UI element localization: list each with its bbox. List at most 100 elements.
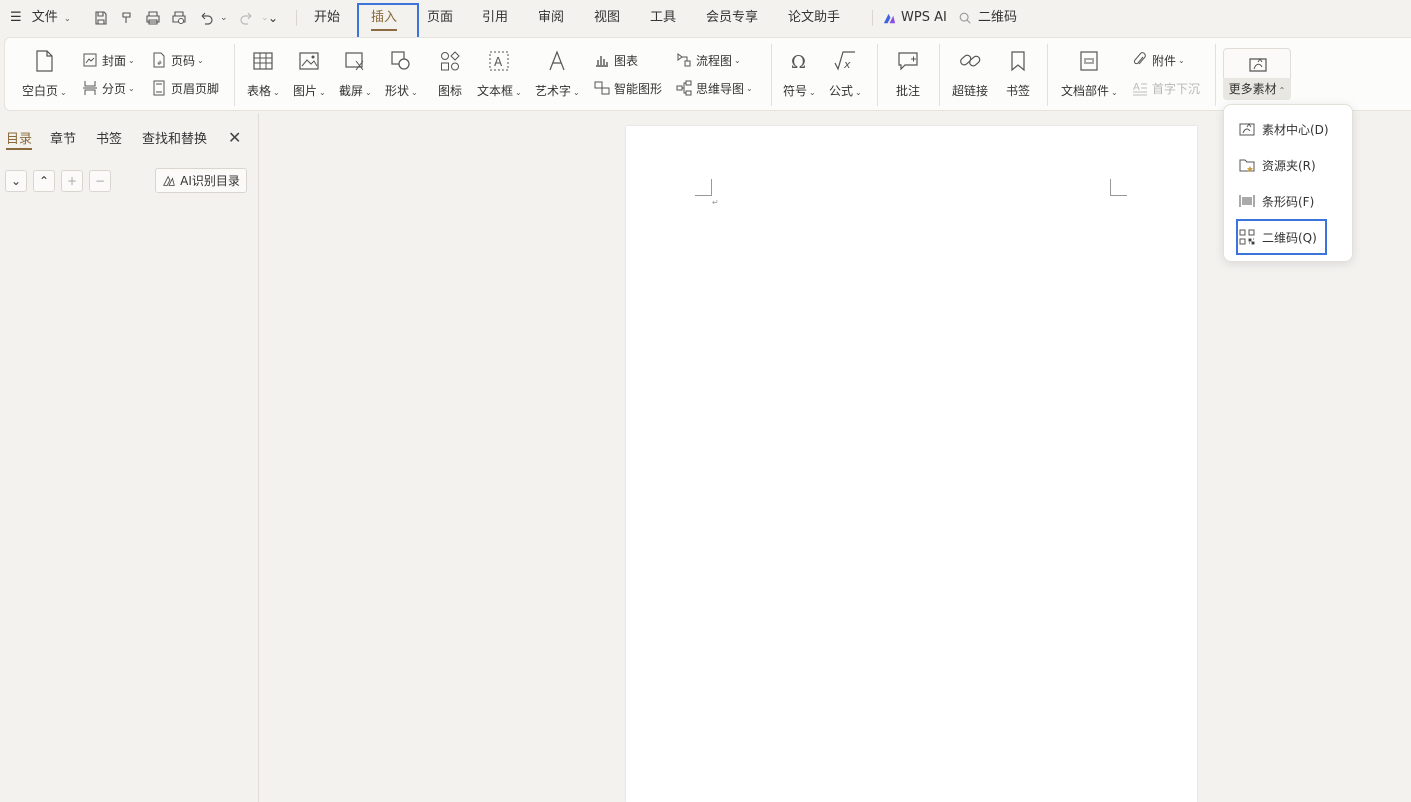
material-center-label: 素材中心(D) bbox=[1262, 122, 1329, 137]
chevron-up-icon: ⌃ bbox=[38, 174, 50, 188]
mindmap-button[interactable]: 思维导图 ⌄ bbox=[676, 78, 753, 98]
chevron-up-icon: ⌃ bbox=[1278, 86, 1286, 95]
screenshot-button[interactable]: 截屏 ⌄ bbox=[339, 48, 372, 99]
document-page[interactable]: ↵ bbox=[626, 126, 1197, 802]
minus-icon: − bbox=[94, 174, 106, 188]
symbol-label: 符号 bbox=[783, 84, 808, 98]
chart-icon bbox=[596, 56, 608, 67]
print-preview-icon[interactable] bbox=[170, 9, 188, 27]
svg-text:x: x bbox=[843, 58, 851, 71]
ai-toc-button[interactable]: AI识别目录 bbox=[155, 168, 247, 193]
tab-tools[interactable]: 工具 bbox=[650, 0, 676, 36]
smart-graphic-button[interactable]: 智能图形 bbox=[594, 78, 662, 98]
barcode-icon bbox=[1239, 195, 1255, 207]
tab-home[interactable]: 开始 bbox=[314, 0, 340, 36]
collapse-up-button[interactable]: ⌃ bbox=[33, 170, 55, 192]
attachment-button[interactable]: 附件 ⌄ bbox=[1132, 50, 1185, 70]
textbox-icon: A bbox=[486, 48, 512, 74]
remove-heading-button[interactable]: − bbox=[89, 170, 111, 192]
resource-folder-item[interactable]: 资源夹(R) bbox=[1238, 153, 1316, 177]
tab-references[interactable]: 引用 bbox=[482, 0, 508, 36]
header-footer-label: 页眉页脚 bbox=[171, 81, 220, 96]
divider bbox=[771, 44, 772, 106]
icon-library-label: 图标 bbox=[437, 84, 462, 98]
save-icon[interactable] bbox=[92, 9, 110, 27]
insert-tab-highlight bbox=[357, 3, 419, 39]
expand-down-button[interactable]: ⌄ bbox=[5, 170, 27, 192]
blank-page-button[interactable]: 空白页 ⌄ bbox=[22, 48, 67, 99]
menu-bar: ☰ 文件 ⌄ ⌄ ⌄ ⌄ 开始 插入 页面 引用 审阅 视图 工具 会员专享 论… bbox=[0, 0, 1411, 39]
hyperlink-button[interactable]: 超链接 bbox=[952, 48, 988, 99]
margin-corner-top-right bbox=[1110, 179, 1127, 196]
format-painter-icon[interactable] bbox=[118, 9, 136, 27]
cover-label: 封面 bbox=[102, 53, 127, 68]
textbox-label: 文本框 bbox=[477, 84, 514, 98]
header-footer-button[interactable]: 页眉页脚 bbox=[151, 78, 219, 98]
search-text: 二维码 bbox=[978, 10, 1018, 25]
comment-icon bbox=[895, 48, 921, 74]
shape-icon bbox=[388, 48, 414, 74]
tab-review[interactable]: 审阅 bbox=[538, 0, 564, 36]
doc-parts-button[interactable]: 文档部件 ⌄ bbox=[1061, 48, 1118, 99]
doc-parts-label: 文档部件 bbox=[1061, 84, 1110, 98]
shape-button[interactable]: 形状 ⌄ bbox=[385, 48, 418, 99]
wordart-icon bbox=[544, 48, 570, 74]
chevron-down-icon: ⌄ bbox=[365, 88, 372, 97]
symbol-button[interactable]: Ω 符号 ⌄ bbox=[783, 48, 816, 99]
svg-text:A: A bbox=[1133, 82, 1140, 93]
tab-page[interactable]: 页面 bbox=[427, 0, 453, 36]
tab-bookmarks[interactable]: 书签 bbox=[96, 128, 122, 147]
chevron-down-icon: ⌄ bbox=[734, 55, 741, 65]
tab-toc[interactable]: 目录 bbox=[6, 128, 32, 147]
flowchart-button[interactable]: 流程图 ⌄ bbox=[676, 50, 741, 70]
material-center-item[interactable]: 素材中心(D) bbox=[1238, 117, 1329, 141]
comment-button[interactable]: 批注 bbox=[895, 48, 921, 99]
picture-button[interactable]: 图片 ⌄ bbox=[293, 48, 326, 99]
ai-toc-label: AI识别目录 bbox=[180, 174, 240, 188]
page-number-button[interactable]: # 页码 ⌄ bbox=[151, 50, 204, 70]
wordart-button[interactable]: 艺术字 ⌄ bbox=[535, 48, 580, 99]
page-number-icon: # bbox=[153, 52, 165, 68]
close-icon[interactable]: ✕ bbox=[228, 128, 241, 147]
more-materials-label-wrap[interactable]: 更多素材 ⌃ bbox=[1223, 78, 1291, 100]
doc-parts-icon bbox=[1076, 48, 1102, 74]
file-menu-label: 文件 bbox=[31, 10, 58, 25]
tab-view[interactable]: 视图 bbox=[594, 0, 620, 36]
print-icon[interactable] bbox=[144, 9, 162, 27]
chevron-down-icon: ⌄ bbox=[573, 88, 580, 97]
material-center-icon bbox=[1239, 123, 1255, 136]
page-break-button[interactable]: 分页 ⌄ bbox=[82, 78, 135, 98]
header-footer-icon bbox=[153, 80, 165, 96]
icon-library-button[interactable]: 图标 bbox=[437, 48, 463, 99]
table-button[interactable]: 表格 ⌄ bbox=[247, 48, 280, 99]
cover-button[interactable]: 封面 ⌄ bbox=[82, 50, 135, 70]
paperclip-icon bbox=[1133, 52, 1146, 65]
tab-membership[interactable]: 会员专享 bbox=[706, 0, 758, 36]
textbox-button[interactable]: A 文本框 ⌄ bbox=[477, 48, 522, 99]
tab-thesis-assistant[interactable]: 论文助手 bbox=[788, 0, 840, 36]
undo-icon[interactable] bbox=[197, 9, 215, 27]
formula-button[interactable]: x 公式 ⌄ bbox=[829, 48, 862, 99]
page-break-icon bbox=[83, 81, 97, 95]
barcode-item[interactable]: 条形码(F) bbox=[1238, 189, 1314, 213]
chevron-down-icon: ⌄ bbox=[128, 55, 135, 65]
file-menu[interactable]: ☰ 文件 ⌄ bbox=[10, 0, 71, 36]
quick-access-more-icon[interactable]: ⌄ bbox=[268, 0, 278, 36]
wps-ai-label: WPS AI bbox=[901, 10, 947, 25]
undo-dropdown-icon[interactable]: ⌄ bbox=[220, 0, 228, 36]
smart-graphic-icon bbox=[594, 81, 610, 95]
screenshot-label: 截屏 bbox=[339, 84, 364, 98]
chevron-down-icon: ⌄ bbox=[197, 55, 204, 65]
omega-icon: Ω bbox=[786, 48, 812, 74]
wps-ai-icon bbox=[883, 13, 896, 23]
add-heading-button[interactable]: + bbox=[61, 170, 83, 192]
table-icon bbox=[250, 48, 276, 74]
search-icon bbox=[959, 12, 971, 24]
bookmark-button[interactable]: 书签 bbox=[1005, 48, 1031, 99]
mindmap-icon bbox=[676, 80, 692, 96]
search-box[interactable]: 二维码 bbox=[958, 0, 1017, 36]
tab-find-replace[interactable]: 查找和替换 bbox=[142, 128, 207, 147]
wps-ai-button[interactable]: WPS AI bbox=[882, 0, 947, 36]
chart-button[interactable]: 图表 bbox=[594, 50, 638, 70]
tab-chapters[interactable]: 章节 bbox=[50, 128, 76, 147]
